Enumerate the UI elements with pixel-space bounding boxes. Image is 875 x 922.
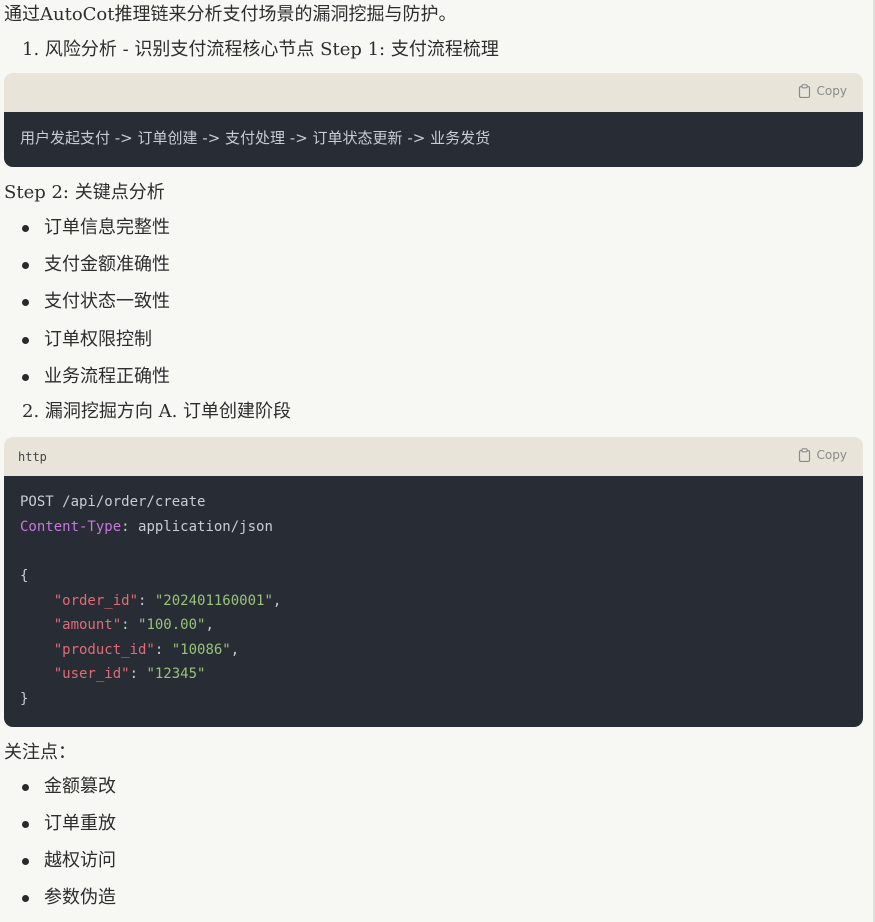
code-language-label: http xyxy=(18,450,47,464)
field-value: "202401160001" xyxy=(154,593,273,609)
code-body: 用户发起支付 -> 订单创建 -> 支付处理 -> 订单状态更新 -> 业务发货 xyxy=(4,112,863,167)
header-value: application/json xyxy=(138,519,273,535)
code-header-line: Content-Type: application/json xyxy=(20,519,273,535)
list-item-label: 金额篡改 xyxy=(44,776,116,797)
bullet-icon xyxy=(22,225,29,232)
field-value: "10086" xyxy=(171,642,231,658)
section-2-heading: 2. 漏洞挖掘方向 A. 订单创建阶段 xyxy=(22,401,292,422)
bullet-icon xyxy=(22,821,29,828)
bullet-icon xyxy=(22,374,29,381)
code-field-line: "product_id": "10086", xyxy=(53,642,240,658)
code-body: POST /api/order/create Content-Type: app… xyxy=(4,476,863,727)
section-1-heading: 1. 风险分析 - 识别支付流程核心节点 Step 1: 支付流程梳理 xyxy=(22,39,499,60)
list-item-label: 订单权限控制 xyxy=(44,329,152,350)
header-key: Content-Type xyxy=(20,519,122,535)
clipboard-icon xyxy=(798,84,810,99)
step-2-heading: Step 2: 关键点分析 xyxy=(4,182,165,203)
bullet-icon xyxy=(22,895,29,902)
field-trail: , xyxy=(272,593,282,609)
code-line: 用户发起支付 -> 订单创建 -> 支付处理 -> 订单状态更新 -> 业务发货 xyxy=(20,129,491,147)
list-item-label: 订单重放 xyxy=(44,813,116,834)
code-field-line: "user_id": "12345" xyxy=(53,666,206,682)
field-key: "user_id" xyxy=(53,666,130,682)
list-item-label: 订单信息完整性 xyxy=(44,217,170,238)
clipboard-icon xyxy=(798,448,810,463)
field-value: "100.00" xyxy=(138,617,206,633)
list-item-label: 支付状态一致性 xyxy=(44,291,170,312)
code-close-brace: } xyxy=(20,691,29,707)
bullet-icon xyxy=(22,262,29,269)
code-field-line: "amount": "100.00", xyxy=(53,617,214,633)
code-field-line: "order_id": "202401160001", xyxy=(53,593,282,609)
field-value: "12345" xyxy=(146,666,206,682)
code-header: http Copy xyxy=(4,437,863,476)
code-block-http: http Copy POST /api/order/create Content… xyxy=(4,437,863,727)
bullet-icon xyxy=(22,337,29,344)
copy-button[interactable]: Copy xyxy=(798,84,847,99)
focus-heading: 关注点： xyxy=(4,742,76,763)
code-request-line: POST /api/order/create xyxy=(20,494,206,510)
list-item-label: 参数伪造 xyxy=(44,887,116,908)
bullet-icon xyxy=(22,858,29,865)
bullet-icon xyxy=(22,784,29,791)
copy-button[interactable]: Copy xyxy=(798,448,847,463)
code-open-brace: { xyxy=(20,568,29,584)
field-key: "product_id" xyxy=(53,642,155,658)
bullet-icon xyxy=(22,299,29,306)
list-item-label: 越权访问 xyxy=(44,850,116,871)
code-header: Copy xyxy=(4,73,863,112)
list-item-label: 支付金额准确性 xyxy=(44,254,170,275)
field-trail: , xyxy=(205,617,214,633)
field-key: "amount" xyxy=(53,617,122,633)
copy-label: Copy xyxy=(816,84,847,98)
intro-text: 通过AutoCot推理链来分析支付场景的漏洞挖掘与防护。 xyxy=(4,4,457,25)
copy-label: Copy xyxy=(816,448,847,462)
field-key: "order_id" xyxy=(53,593,139,609)
field-trail: , xyxy=(230,642,240,658)
code-block-flow: Copy 用户发起支付 -> 订单创建 -> 支付处理 -> 订单状态更新 ->… xyxy=(4,73,863,167)
list-item-label: 业务流程正确性 xyxy=(44,366,170,387)
